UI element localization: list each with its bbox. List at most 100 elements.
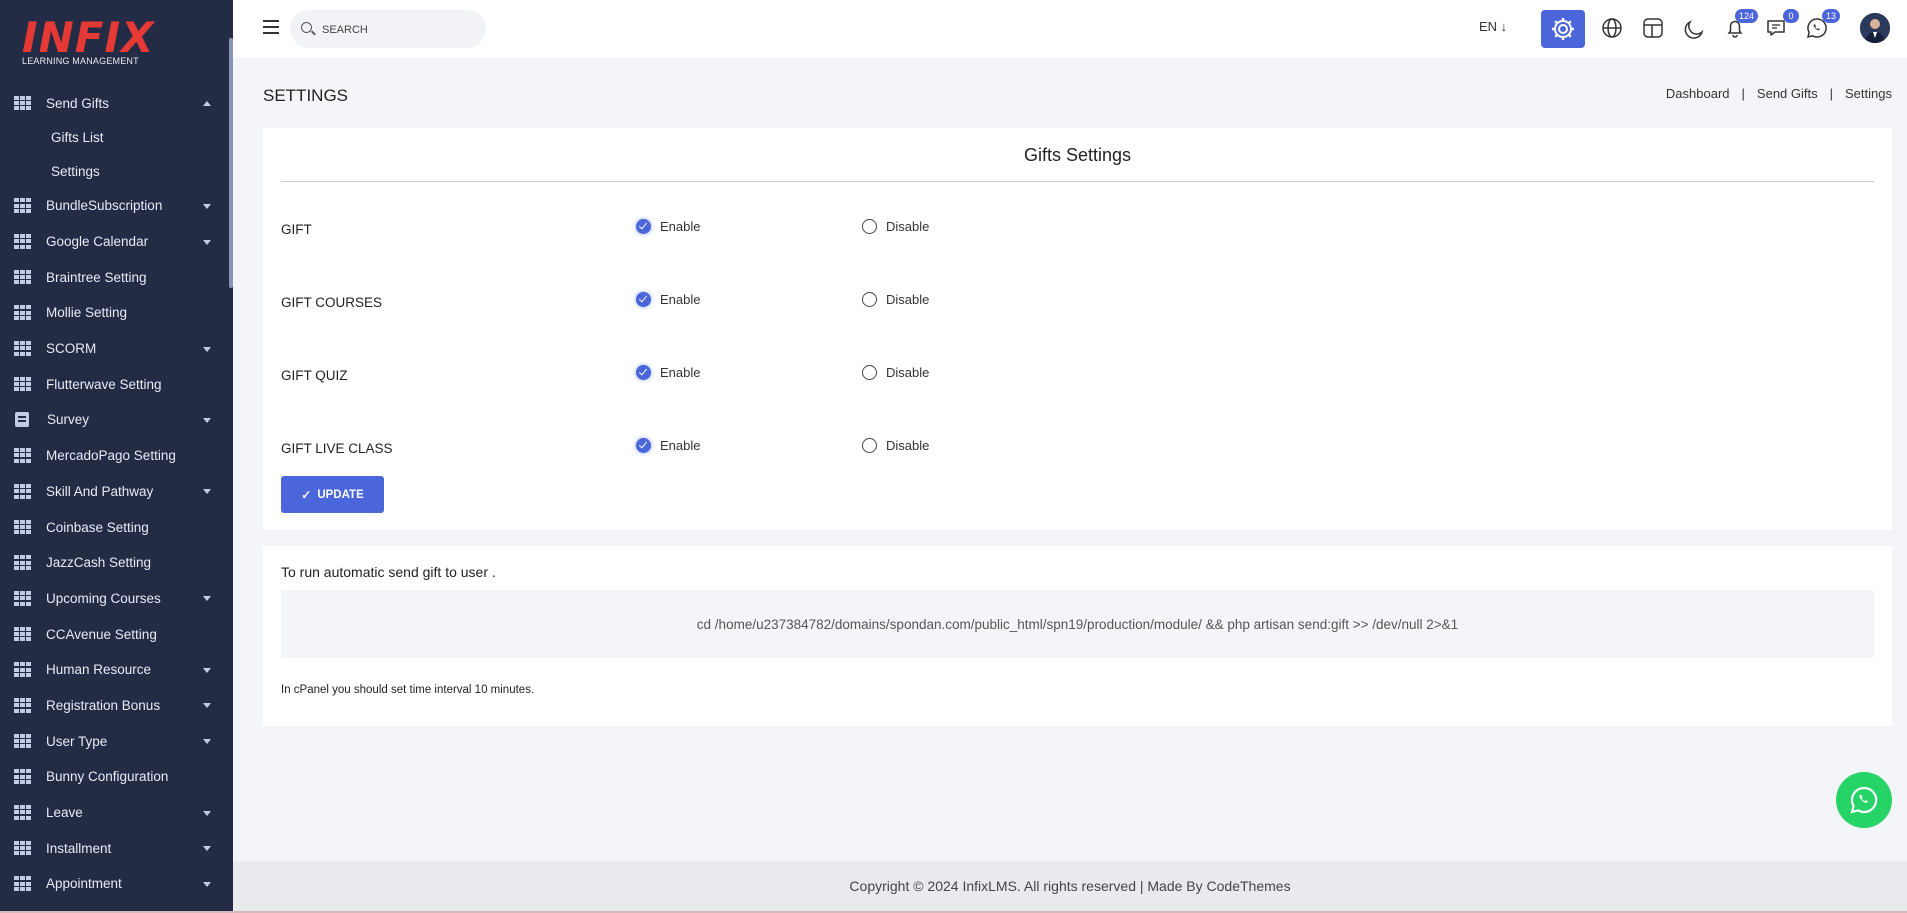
sidebar-item-human-resource[interactable]: Human Resource — [0, 652, 233, 688]
sidebar-item-skill-and-pathway[interactable]: Skill And Pathway — [0, 474, 233, 510]
radio-unchecked-icon — [862, 292, 877, 307]
radio-checked-icon — [636, 219, 651, 234]
hamburger-menu-icon[interactable] — [263, 20, 279, 34]
sidebar-item-ccavenue-setting[interactable]: CCAvenue Setting — [0, 616, 233, 652]
sidebar: INFIX LEARNING MANAGEMENT Send Gifts Gif… — [0, 0, 233, 913]
setting-label-gift-courses: GIFT COURSES — [281, 295, 383, 310]
chevron-down-icon — [203, 881, 211, 887]
sidebar-item-mercadopago-setting[interactable]: MercadoPago Setting — [0, 438, 233, 474]
language-selector[interactable]: EN ↓ — [1479, 19, 1507, 34]
sidebar-item-google-calendar[interactable]: Google Calendar — [0, 224, 233, 260]
grid-icon — [14, 305, 31, 321]
grid-icon — [14, 733, 31, 749]
chevron-down-icon — [203, 203, 211, 209]
sidebar-subitem-settings[interactable]: Settings — [0, 154, 233, 188]
chevron-down-icon — [203, 667, 211, 673]
globe-button[interactable] — [1598, 14, 1626, 42]
gift-live-class-enable-radio[interactable]: Enable — [636, 438, 700, 453]
radio-checked-icon — [636, 438, 651, 453]
whatsapp-icon — [1850, 786, 1878, 814]
grid-icon — [14, 590, 31, 606]
whatsapp-badge: 13 — [1821, 9, 1840, 23]
grid-icon — [14, 805, 31, 820]
chevron-down-icon — [203, 703, 211, 709]
sidebar-item-label: Skill And Pathway — [46, 483, 154, 499]
search-bar — [290, 10, 486, 50]
gift-quiz-disable-radio[interactable]: Disable — [862, 365, 929, 380]
sidebar-item-coinbase-setting[interactable]: Coinbase Setting — [0, 509, 233, 545]
sidebar-item-flutterwave-setting[interactable]: Flutterwave Setting — [0, 366, 233, 402]
chevron-down-icon — [203, 489, 211, 495]
breadcrumb-send-gifts[interactable]: Send Gifts — [1757, 86, 1818, 101]
sidebar-item-scorm[interactable]: SCORM — [0, 331, 233, 367]
radio-unchecked-icon — [862, 219, 877, 234]
sidebar-menu: Send Gifts Gifts List Settings BundleSub… — [0, 86, 233, 902]
sidebar-item-appointment[interactable]: Appointment — [0, 866, 233, 902]
sidebar-item-braintree-setting[interactable]: Braintree Setting — [0, 259, 233, 295]
sidebar-item-mollie-setting[interactable]: Mollie Setting — [0, 295, 233, 331]
update-button[interactable]: ✓ UPDATE — [281, 476, 384, 513]
sidebar-item-label: Coinbase Setting — [46, 519, 149, 535]
logo-text: INFIX — [22, 13, 155, 62]
gift-courses-disable-radio[interactable]: Disable — [862, 292, 929, 307]
sidebar-item-label: JazzCash Setting — [46, 555, 152, 571]
grid-icon — [14, 448, 31, 463]
radio-checked-icon — [636, 292, 651, 307]
breadcrumb-settings: Settings — [1845, 86, 1892, 101]
radio-label: Enable — [660, 219, 701, 234]
gift-live-class-disable-radio[interactable]: Disable — [862, 438, 929, 453]
search-input[interactable] — [320, 10, 474, 50]
radio-unchecked-icon — [862, 365, 877, 380]
grid-icon — [14, 697, 31, 713]
card-title: Gifts Settings — [1023, 145, 1132, 165]
sidebar-item-label: CCAvenue Setting — [46, 626, 157, 642]
grid-icon — [14, 483, 31, 499]
whatsapp-header-button[interactable]: 13 — [1803, 9, 1840, 42]
sidebar-item-bunny-configuration[interactable]: Bunny Configuration — [0, 759, 233, 795]
sidebar-subitem-gifts-list[interactable]: Gifts List — [0, 120, 233, 154]
chevron-down-icon — [203, 346, 211, 352]
chevron-down-icon — [203, 846, 211, 852]
gift-enable-radio[interactable]: Enable — [636, 219, 700, 234]
breadcrumb-dashboard[interactable]: Dashboard — [1666, 86, 1730, 101]
sidebar-item-registration-bonus[interactable]: Registration Bonus — [0, 688, 233, 724]
sidebar-item-label: Leave — [46, 805, 83, 821]
settings-gear-button[interactable] — [1541, 10, 1585, 48]
messages-badge: 0 — [1783, 9, 1799, 23]
sidebar-item-jazzcash-setting[interactable]: JazzCash Setting — [0, 545, 233, 581]
breadcrumb-separator: | — [1829, 86, 1834, 101]
breadcrumb: Dashboard | Send Gifts | Settings — [1666, 86, 1892, 101]
sidebar-item-installment[interactable]: Installment — [0, 830, 233, 866]
layout-icon — [1643, 18, 1663, 38]
radio-unchecked-icon — [862, 438, 877, 453]
setting-label-gift-live-class: GIFT LIVE CLASS — [281, 441, 393, 456]
sidebar-item-send-gifts[interactable]: Send Gifts — [0, 86, 233, 120]
layout-button[interactable] — [1639, 14, 1667, 42]
notifications-button[interactable]: 124 — [1721, 9, 1758, 42]
sidebar-item-survey[interactable]: Survey — [0, 402, 233, 438]
sidebar-item-label: BundleSubscription — [46, 198, 163, 214]
radio-label: Disable — [886, 365, 930, 380]
dark-mode-button[interactable] — [1680, 14, 1708, 42]
sidebar-item-user-type[interactable]: User Type — [0, 723, 233, 759]
sidebar-item-label: Google Calendar — [46, 234, 149, 250]
sidebar-item-upcoming-courses[interactable]: Upcoming Courses — [0, 581, 233, 617]
gift-courses-enable-radio[interactable]: Enable — [636, 292, 700, 307]
logo[interactable]: INFIX LEARNING MANAGEMENT — [22, 13, 155, 67]
sidebar-item-label: SCORM — [46, 341, 97, 357]
sidebar-item-leave[interactable]: Leave — [0, 795, 233, 831]
sidebar-item-label: Send Gifts — [46, 95, 110, 111]
search-icon — [301, 22, 312, 33]
messages-button[interactable]: 0 — [1762, 9, 1799, 42]
sidebar-item-bundlesubscription[interactable]: BundleSubscription — [0, 188, 233, 224]
sidebar-item-label: Human Resource — [46, 662, 152, 678]
footer: Copyright © 2024 InfixLMS. All rights re… — [233, 861, 1907, 911]
moon-icon — [1684, 20, 1704, 39]
user-avatar[interactable] — [1860, 13, 1890, 43]
gift-quiz-enable-radio[interactable]: Enable — [636, 365, 700, 380]
radio-label: Enable — [660, 292, 701, 307]
whatsapp-floating-button[interactable] — [1836, 772, 1892, 828]
radio-label: Disable — [886, 219, 930, 234]
gift-disable-radio[interactable]: Disable — [862, 219, 929, 234]
radio-label: Disable — [886, 438, 930, 453]
